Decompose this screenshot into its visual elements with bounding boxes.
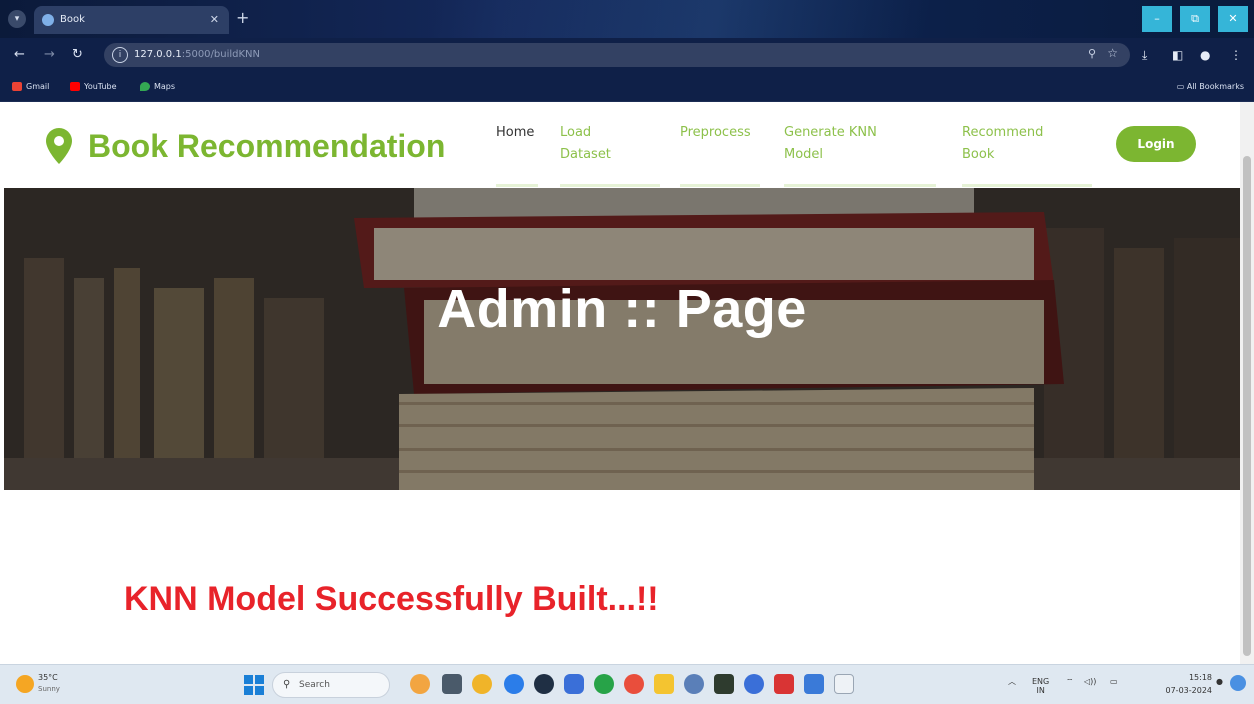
- search-icon: ⚲: [283, 679, 291, 690]
- maps-pin-icon: [140, 82, 150, 91]
- nav-home[interactable]: Home: [496, 122, 542, 144]
- forward-arrow-icon[interactable]: →: [44, 47, 55, 63]
- app-icon[interactable]: [504, 674, 524, 694]
- brand-name: Book Recommendation: [88, 127, 446, 164]
- bookmarks-bar: Gmail YouTube Maps ▭ All Bookmarks: [0, 72, 1254, 102]
- maximize-button[interactable]: ⧉: [1180, 6, 1210, 32]
- page-scrollbar[interactable]: [1240, 102, 1254, 664]
- weather-desc: Sunny: [38, 685, 60, 693]
- notification-bell-icon[interactable]: ●: [1216, 677, 1223, 687]
- chrome-icon[interactable]: [744, 674, 764, 694]
- all-bookmarks[interactable]: ▭ All Bookmarks: [1177, 80, 1244, 94]
- volume-icon[interactable]: ◁)): [1084, 677, 1096, 687]
- scrollbar-thumb[interactable]: [1243, 156, 1251, 656]
- map-pin-icon: [46, 128, 72, 164]
- language-indicator[interactable]: ENG IN: [1032, 677, 1049, 695]
- shield-icon[interactable]: [564, 674, 584, 694]
- site-info-icon[interactable]: i: [112, 47, 128, 63]
- menu-kebab-icon[interactable]: ⋮: [1230, 48, 1242, 62]
- close-window-button[interactable]: ✕: [1218, 6, 1248, 32]
- copilot-tray-icon[interactable]: [1230, 675, 1246, 691]
- tab-close-icon[interactable]: ✕: [210, 6, 219, 34]
- back-arrow-icon[interactable]: ←: [14, 47, 25, 63]
- nav-underline: [962, 184, 1092, 187]
- nav-underline: [680, 184, 760, 187]
- weather-temp: 35°C: [38, 673, 58, 682]
- gmail-icon: [12, 82, 22, 91]
- windows-taskbar: 35°C Sunny ⚲ Search ︿ ENG IN ⌔ ◁)) ▭ 15:1…: [0, 664, 1254, 704]
- site-header: Book Recommendation Home Load Dataset Pr…: [0, 102, 1240, 188]
- file-search-icon[interactable]: [472, 674, 492, 694]
- profile-avatar-icon[interactable]: ●: [1200, 48, 1210, 62]
- address-bar[interactable]: i 127.0.0.1:5000/buildKNN ⚲ ☆: [104, 43, 1130, 67]
- bookmark-star-icon[interactable]: ☆: [1107, 46, 1118, 60]
- app-icon[interactable]: [534, 674, 554, 694]
- taskbar-clock[interactable]: 15:18 07-03-2024: [1152, 671, 1213, 697]
- tab-title: Book: [60, 14, 85, 25]
- browser-tab[interactable]: Book ✕: [34, 6, 229, 34]
- copilot-icon[interactable]: [410, 674, 430, 694]
- app-icon[interactable]: [594, 674, 614, 694]
- battery-icon[interactable]: ▭: [1110, 677, 1118, 687]
- weather-widget[interactable]: 35°C Sunny: [16, 671, 76, 699]
- browser-tab-bar: ▾ Book ✕ + – ⧉ ✕: [0, 0, 1254, 100]
- tray-chevron-icon[interactable]: ︿: [1008, 677, 1016, 687]
- tab-search-icon[interactable]: ▾: [8, 10, 26, 28]
- site-logo[interactable]: Book Recommendation: [46, 124, 445, 168]
- nav-load-dataset[interactable]: Load Dataset: [560, 122, 630, 166]
- nav-recommend-book[interactable]: Recommend Book: [962, 122, 1062, 166]
- nav-generate-knn-model[interactable]: Generate KNN Model: [784, 122, 904, 166]
- success-message: KNN Model Successfully Built...!!: [124, 580, 659, 618]
- folder-icon[interactable]: [654, 674, 674, 694]
- app-icon[interactable]: [774, 674, 794, 694]
- zoom-icon[interactable]: ⚲: [1088, 47, 1096, 60]
- wifi-icon[interactable]: ⌔: [1066, 677, 1074, 687]
- bookmark-maps[interactable]: Maps: [140, 80, 175, 94]
- app-icon[interactable]: [714, 674, 734, 694]
- nav-underline: [560, 184, 660, 187]
- login-button[interactable]: Login: [1116, 126, 1196, 162]
- url-text: 127.0.0.1:5000/buildKNN: [134, 49, 261, 60]
- minimize-button[interactable]: –: [1142, 6, 1172, 32]
- download-icon[interactable]: ⤓: [1142, 48, 1147, 63]
- hero-title: Admin :: Page: [437, 279, 807, 339]
- nav-preprocess[interactable]: Preprocess: [680, 122, 770, 144]
- youtube-icon: [70, 82, 80, 91]
- side-panel-icon[interactable]: ◧: [1172, 48, 1183, 62]
- windows-start-icon[interactable]: [244, 675, 264, 695]
- task-view-icon[interactable]: [442, 674, 462, 694]
- chrome-icon[interactable]: [624, 674, 644, 694]
- nav-underline: [496, 184, 538, 187]
- sun-icon: [16, 675, 34, 693]
- reload-icon[interactable]: ↻: [72, 47, 83, 63]
- new-tab-icon[interactable]: +: [236, 8, 249, 28]
- taskbar-search[interactable]: ⚲ Search: [272, 672, 390, 698]
- hero-banner: Admin :: Page: [4, 188, 1240, 490]
- browser-toolbar: ← → ↻ i 127.0.0.1:5000/buildKNN ⚲ ☆ ⤓ ◧ …: [0, 38, 1254, 72]
- bookmark-gmail[interactable]: Gmail: [12, 80, 49, 94]
- app-icon[interactable]: [804, 674, 824, 694]
- globe-icon: [42, 14, 54, 26]
- app-icon[interactable]: [684, 674, 704, 694]
- web-page: Book Recommendation Home Load Dataset Pr…: [0, 102, 1240, 664]
- nav-underline: [784, 184, 936, 187]
- bookmark-youtube[interactable]: YouTube: [70, 80, 117, 94]
- app-icon[interactable]: [834, 674, 854, 694]
